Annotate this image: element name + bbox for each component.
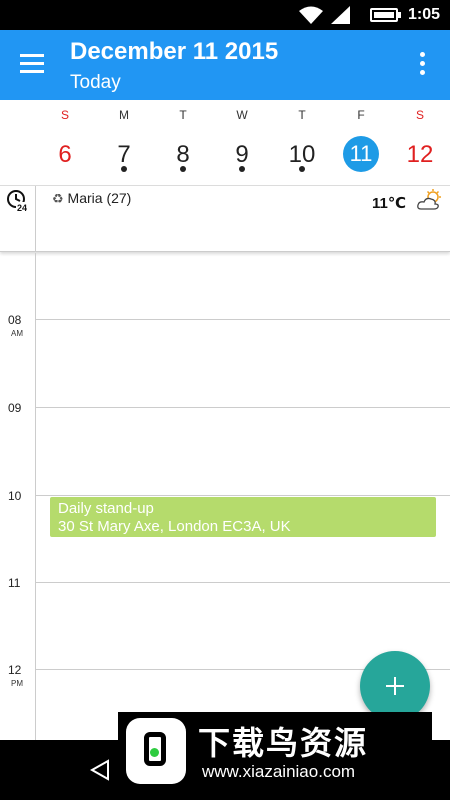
- event-daily-stand-up[interactable]: Daily stand-up 30 St Mary Axe, London EC…: [50, 497, 436, 537]
- signal-icon: [331, 6, 350, 24]
- weekday-header: W: [236, 108, 248, 122]
- weekday-header: F: [357, 108, 365, 122]
- page-title[interactable]: December 11 2015: [70, 38, 278, 66]
- birthday-event[interactable]: ♻ Maria (27): [52, 190, 131, 207]
- day-11[interactable]: 11: [343, 136, 379, 172]
- hour-line: [36, 582, 450, 583]
- weekday-header: M: [119, 108, 129, 122]
- weekday-header: S: [60, 108, 69, 122]
- watermark-title: 下载鸟资源: [198, 725, 369, 761]
- hour-label: 08: [8, 313, 22, 327]
- day-6[interactable]: 6: [45, 138, 85, 172]
- watermark-banner: 下载鸟资源 www.xiazainiao.com: [118, 712, 432, 790]
- status-time: 1:05: [407, 6, 440, 23]
- clock-24-icon[interactable]: 24: [6, 189, 30, 213]
- hour-label: 09: [8, 401, 22, 415]
- temperature: 11℃: [372, 195, 407, 212]
- hour-label: 10: [8, 489, 22, 503]
- add-event-button[interactable]: [360, 651, 430, 721]
- wifi-icon: [299, 6, 323, 24]
- hour-line: [36, 495, 450, 496]
- more-options-icon[interactable]: [416, 52, 428, 80]
- hour-ampm: PM: [11, 679, 23, 688]
- hour-line: [36, 319, 450, 320]
- event-indicator-dot: [239, 166, 245, 172]
- weekday-header: S: [415, 108, 424, 122]
- event-indicator-dot: [299, 166, 305, 172]
- watermark-logo: [126, 718, 186, 784]
- hamburger-menu-icon[interactable]: [20, 54, 50, 78]
- hour-label: 11: [8, 576, 21, 590]
- weekday-header: T: [298, 108, 306, 122]
- cake-icon: ♻: [52, 191, 64, 206]
- event-location: 30 St Mary Axe, London EC3A, UK: [58, 518, 291, 535]
- day-12[interactable]: 12: [400, 138, 440, 172]
- event-title: Daily stand-up: [58, 500, 154, 517]
- status-bar: 1:05: [0, 0, 450, 30]
- clock-badge-text: 24: [17, 203, 27, 213]
- birthday-label: Maria (27): [67, 190, 132, 206]
- event-indicator-dot: [121, 166, 127, 172]
- hour-line: [36, 407, 450, 408]
- back-icon[interactable]: [88, 758, 112, 782]
- hour-label: 12: [8, 663, 22, 677]
- weekday-header: T: [179, 108, 187, 122]
- page-subtitle[interactable]: Today: [70, 72, 121, 94]
- watermark-url: www.xiazainiao.com: [202, 762, 356, 781]
- battery-icon: [370, 8, 398, 22]
- event-indicator-dot: [180, 166, 186, 172]
- hour-ampm: AM: [11, 329, 23, 338]
- app-bar: December 11 2015 Today: [0, 30, 450, 100]
- partly-cloudy-icon: [417, 189, 441, 210]
